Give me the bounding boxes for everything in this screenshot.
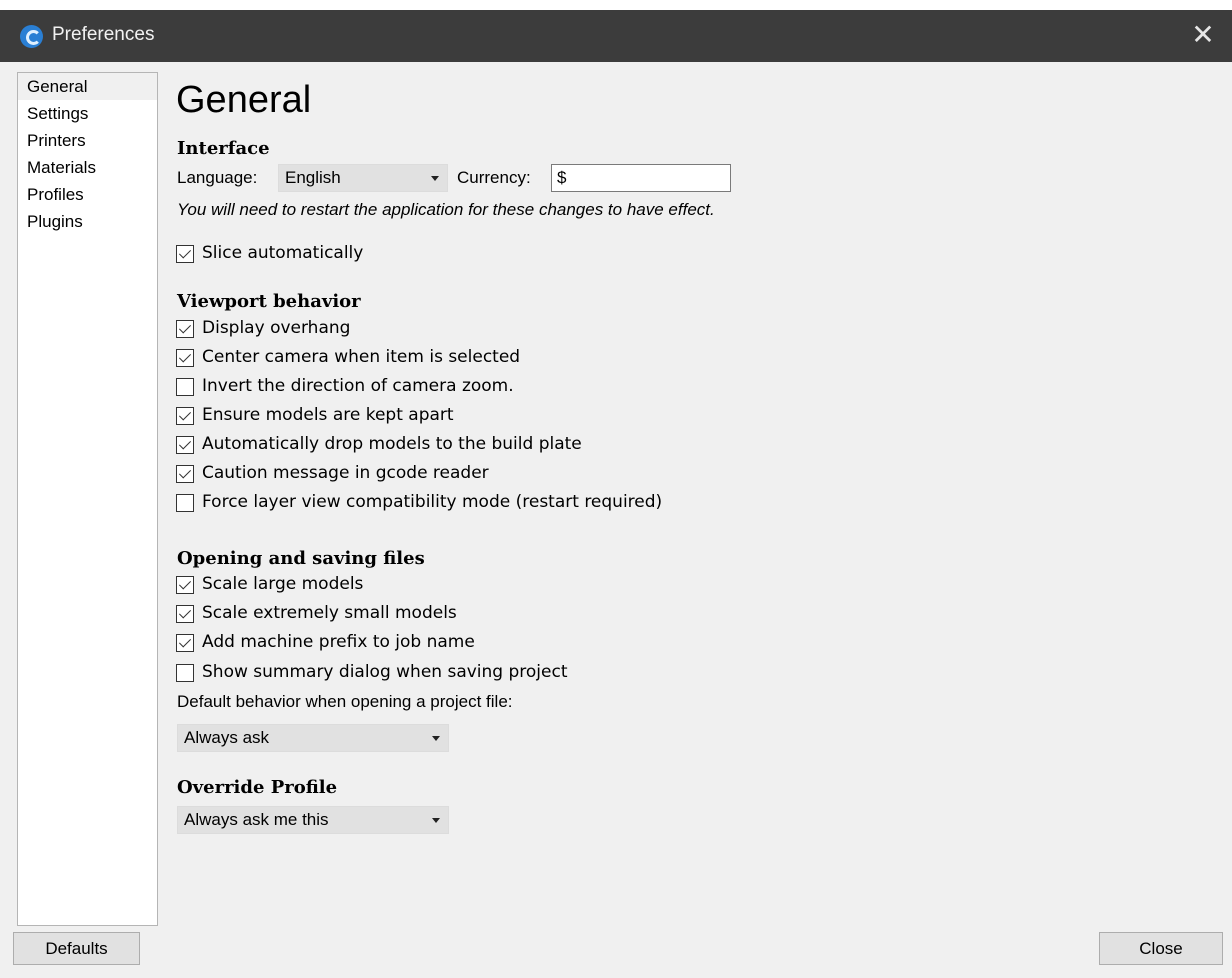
chevron-down-icon	[432, 736, 440, 741]
general-page: General Interface Language: English Curr…	[176, 62, 1216, 922]
sidebar-item-printers[interactable]: Printers	[18, 127, 157, 154]
checkbox-label: Scale extremely small models	[202, 603, 457, 623]
checkbox-label: Force layer view compatibility mode (res…	[202, 492, 663, 512]
default-behavior-select[interactable]: Always ask	[177, 724, 449, 752]
override-heading: Override Profile	[177, 777, 338, 798]
sidebar-item-plugins[interactable]: Plugins	[18, 208, 157, 235]
close-window-icon[interactable]: ✕	[1188, 20, 1218, 52]
chevron-down-icon	[432, 818, 440, 823]
invert-zoom-checkbox[interactable]	[176, 378, 194, 396]
checkbox-label: Slice automatically	[202, 243, 364, 263]
currency-input[interactable]: $	[551, 164, 731, 192]
app-logo-icon	[20, 25, 43, 48]
checkbox-label: Scale large models	[202, 574, 364, 594]
center-camera-checkbox[interactable]	[176, 349, 194, 367]
title-bar: Preferences ✕	[0, 10, 1232, 62]
slice-automatically-checkbox[interactable]	[176, 245, 194, 263]
scale-large-checkbox[interactable]	[176, 576, 194, 594]
compat-mode-checkbox[interactable]	[176, 494, 194, 512]
checkbox-label: Invert the direction of camera zoom.	[202, 376, 514, 396]
restart-note: You will need to restart the application…	[177, 200, 715, 219]
sidebar: General Settings Printers Materials Prof…	[17, 72, 158, 926]
summary-dialog-checkbox[interactable]	[176, 664, 194, 682]
viewport-heading: Viewport behavior	[177, 291, 361, 312]
checkbox-label: Display overhang	[202, 318, 351, 338]
machine-prefix-checkbox[interactable]	[176, 634, 194, 652]
sidebar-item-materials[interactable]: Materials	[18, 154, 157, 181]
display-overhang-checkbox[interactable]	[176, 320, 194, 338]
default-behavior-label: Default behavior when opening a project …	[177, 692, 513, 711]
defaults-button[interactable]: Defaults	[13, 932, 140, 965]
checkbox-label: Add machine prefix to job name	[202, 632, 475, 652]
checkbox-label: Automatically drop models to the build p…	[202, 434, 582, 454]
scale-small-checkbox[interactable]	[176, 605, 194, 623]
language-label: Language:	[177, 168, 258, 187]
drop-to-plate-checkbox[interactable]	[176, 436, 194, 454]
language-select[interactable]: English	[278, 164, 448, 192]
sidebar-item-profiles[interactable]: Profiles	[18, 181, 157, 208]
sidebar-item-general[interactable]: General	[18, 73, 157, 100]
files-heading: Opening and saving files	[177, 548, 425, 569]
page-title: General	[176, 79, 312, 121]
gcode-caution-checkbox[interactable]	[176, 465, 194, 483]
window-title: Preferences	[52, 24, 155, 45]
sidebar-item-settings[interactable]: Settings	[18, 100, 157, 127]
checkbox-label: Show summary dialog when saving project	[202, 662, 568, 682]
models-apart-checkbox[interactable]	[176, 407, 194, 425]
checkbox-label: Caution message in gcode reader	[202, 463, 489, 483]
default-behavior-value: Always ask	[184, 728, 270, 747]
close-button[interactable]: Close	[1099, 932, 1223, 965]
dialog-body: General Settings Printers Materials Prof…	[0, 62, 1232, 978]
override-profile-select[interactable]: Always ask me this	[177, 806, 449, 834]
checkbox-label: Center camera when item is selected	[202, 347, 521, 367]
interface-heading: Interface	[177, 138, 270, 159]
currency-label: Currency:	[457, 168, 531, 187]
override-profile-value: Always ask me this	[184, 810, 329, 829]
chevron-down-icon	[431, 176, 439, 181]
checkbox-label: Ensure models are kept apart	[202, 405, 454, 425]
language-select-value: English	[285, 168, 341, 187]
